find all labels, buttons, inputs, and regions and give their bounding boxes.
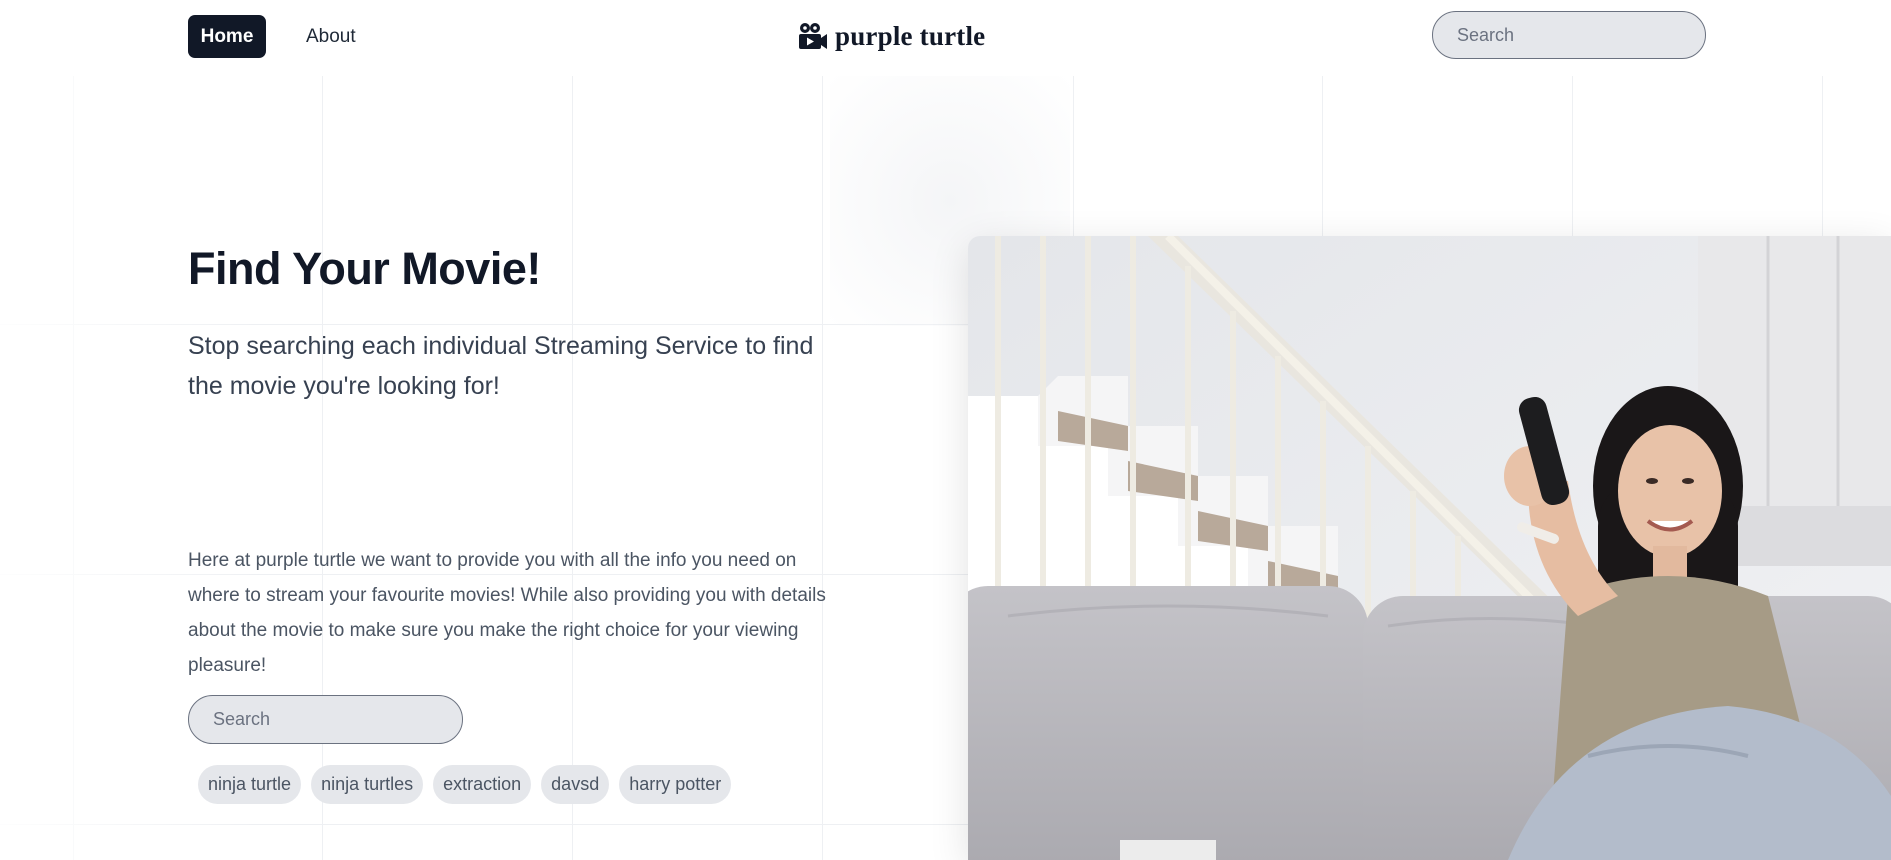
hero-title: Find Your Movie! <box>188 243 541 294</box>
hero-subtitle: Stop searching each individual Streaming… <box>188 332 814 400</box>
header-search-input[interactable] <box>1432 11 1706 59</box>
hero-search-input[interactable] <box>188 695 463 744</box>
recent-search-tag[interactable]: harry potter <box>619 765 732 804</box>
woman-with-remote-photo <box>968 236 1891 860</box>
movie-camera-icon <box>799 23 827 49</box>
brand-name: purple turtle <box>835 20 986 51</box>
recent-search-tag[interactable]: ninja turtles <box>311 765 424 804</box>
hero-image <box>968 236 1891 860</box>
site-header: Home About purple turtle <box>0 0 1891 76</box>
nav-home-button[interactable]: Home <box>188 15 266 58</box>
recent-search-tag[interactable]: extraction <box>433 765 532 804</box>
recent-searches: ninja turtle ninja turtles extraction da… <box>198 765 732 804</box>
page: Home About purple turtle Find Your Movie… <box>0 0 1891 860</box>
recent-search-tag[interactable]: davsd <box>541 765 610 804</box>
recent-search-tag[interactable]: ninja turtle <box>198 765 302 804</box>
brand-logo[interactable]: purple turtle <box>798 18 985 54</box>
hero-description: Here at purple turtle we want to provide… <box>188 550 826 676</box>
nav-about-link[interactable]: About <box>296 15 366 58</box>
